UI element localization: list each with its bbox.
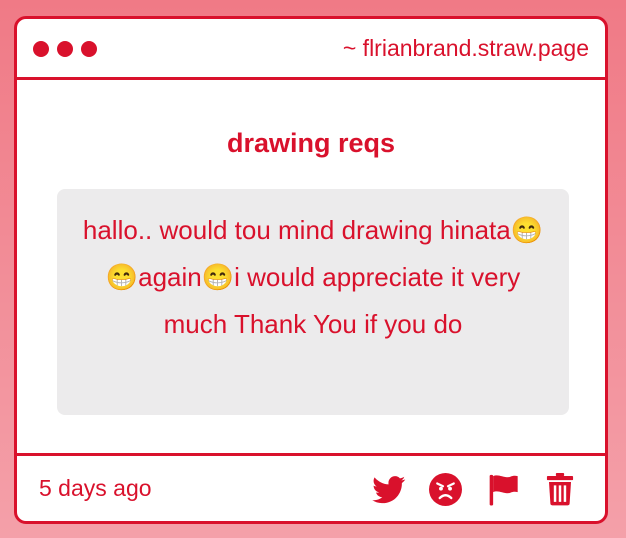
window-dot-3 xyxy=(81,41,97,57)
window-dot-2 xyxy=(57,41,73,57)
window-titlebar: ~ flrianbrand.straw.page xyxy=(17,19,605,80)
angry-face-icon[interactable] xyxy=(428,472,463,507)
window-dot-1 xyxy=(33,41,49,57)
message-title: drawing reqs xyxy=(226,128,396,158)
message-bubble: hallo.. would tou mind drawing hinata😁😁a… xyxy=(57,189,569,415)
timestamp: 5 days ago xyxy=(39,475,152,501)
message-body: drawing reqs hallo.. would tou mind draw… xyxy=(17,80,605,456)
window-dots xyxy=(33,41,97,57)
trash-icon[interactable] xyxy=(542,472,577,507)
page-url[interactable]: ~ flrianbrand.straw.page xyxy=(343,33,589,63)
message-text: hallo.. would tou mind drawing hinata😁😁a… xyxy=(82,215,544,339)
flag-icon[interactable] xyxy=(485,472,520,507)
action-bar xyxy=(371,472,577,507)
twitter-icon[interactable] xyxy=(371,472,406,507)
message-card: ~ flrianbrand.straw.page drawing reqs ha… xyxy=(14,16,608,524)
message-footer: 5 days ago xyxy=(17,453,605,521)
